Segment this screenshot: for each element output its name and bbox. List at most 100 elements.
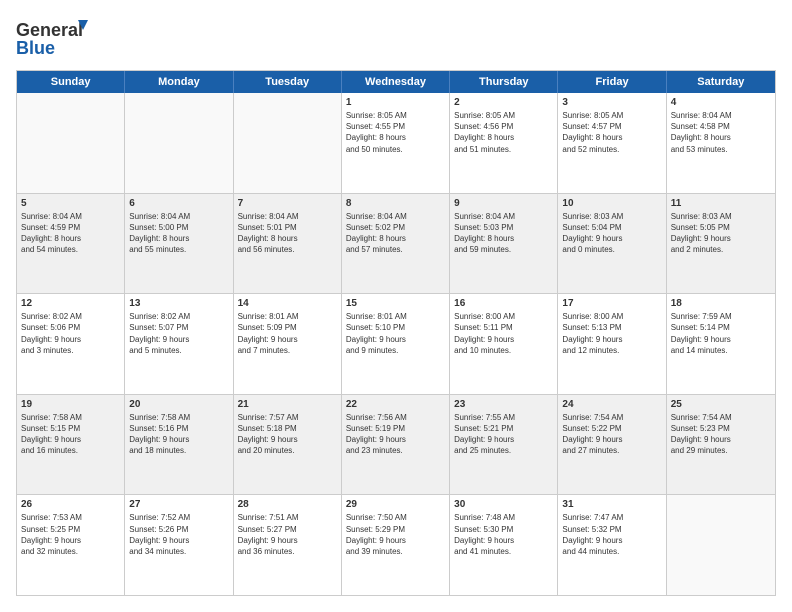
- day-info: Sunrise: 7:57 AM Sunset: 5:18 PM Dayligh…: [238, 412, 337, 457]
- calendar-week-3: 12Sunrise: 8:02 AM Sunset: 5:06 PM Dayli…: [17, 294, 775, 395]
- calendar-cell: 31Sunrise: 7:47 AM Sunset: 5:32 PM Dayli…: [558, 495, 666, 595]
- day-info: Sunrise: 7:59 AM Sunset: 5:14 PM Dayligh…: [671, 311, 771, 356]
- day-info: Sunrise: 8:04 AM Sunset: 5:01 PM Dayligh…: [238, 211, 337, 256]
- header: GeneralBlue: [16, 16, 776, 60]
- header-day-monday: Monday: [125, 71, 233, 93]
- header-day-saturday: Saturday: [667, 71, 775, 93]
- calendar-body: 1Sunrise: 8:05 AM Sunset: 4:55 PM Daylig…: [17, 93, 775, 595]
- calendar-cell: 11Sunrise: 8:03 AM Sunset: 5:05 PM Dayli…: [667, 194, 775, 294]
- calendar-cell: 30Sunrise: 7:48 AM Sunset: 5:30 PM Dayli…: [450, 495, 558, 595]
- calendar-cell: 28Sunrise: 7:51 AM Sunset: 5:27 PM Dayli…: [234, 495, 342, 595]
- calendar-week-2: 5Sunrise: 8:04 AM Sunset: 4:59 PM Daylig…: [17, 194, 775, 295]
- calendar: SundayMondayTuesdayWednesdayThursdayFrid…: [16, 70, 776, 596]
- header-day-thursday: Thursday: [450, 71, 558, 93]
- calendar-week-5: 26Sunrise: 7:53 AM Sunset: 5:25 PM Dayli…: [17, 495, 775, 595]
- day-info: Sunrise: 8:04 AM Sunset: 4:58 PM Dayligh…: [671, 110, 771, 155]
- calendar-cell: 27Sunrise: 7:52 AM Sunset: 5:26 PM Dayli…: [125, 495, 233, 595]
- day-number: 30: [454, 498, 553, 511]
- day-info: Sunrise: 8:01 AM Sunset: 5:10 PM Dayligh…: [346, 311, 445, 356]
- day-number: 17: [562, 297, 661, 310]
- day-info: Sunrise: 8:03 AM Sunset: 5:05 PM Dayligh…: [671, 211, 771, 256]
- calendar-cell: 8Sunrise: 8:04 AM Sunset: 5:02 PM Daylig…: [342, 194, 450, 294]
- day-number: 15: [346, 297, 445, 310]
- day-info: Sunrise: 7:56 AM Sunset: 5:19 PM Dayligh…: [346, 412, 445, 457]
- day-info: Sunrise: 7:55 AM Sunset: 5:21 PM Dayligh…: [454, 412, 553, 457]
- day-info: Sunrise: 8:05 AM Sunset: 4:55 PM Dayligh…: [346, 110, 445, 155]
- header-day-sunday: Sunday: [17, 71, 125, 93]
- header-day-tuesday: Tuesday: [234, 71, 342, 93]
- day-info: Sunrise: 8:03 AM Sunset: 5:04 PM Dayligh…: [562, 211, 661, 256]
- day-info: Sunrise: 8:00 AM Sunset: 5:11 PM Dayligh…: [454, 311, 553, 356]
- day-number: 25: [671, 398, 771, 411]
- calendar-header: SundayMondayTuesdayWednesdayThursdayFrid…: [17, 71, 775, 93]
- day-info: Sunrise: 7:58 AM Sunset: 5:16 PM Dayligh…: [129, 412, 228, 457]
- calendar-cell: [125, 93, 233, 193]
- day-info: Sunrise: 8:02 AM Sunset: 5:07 PM Dayligh…: [129, 311, 228, 356]
- calendar-cell: 7Sunrise: 8:04 AM Sunset: 5:01 PM Daylig…: [234, 194, 342, 294]
- calendar-cell: 17Sunrise: 8:00 AM Sunset: 5:13 PM Dayli…: [558, 294, 666, 394]
- day-number: 24: [562, 398, 661, 411]
- day-number: 18: [671, 297, 771, 310]
- calendar-cell: 29Sunrise: 7:50 AM Sunset: 5:29 PM Dayli…: [342, 495, 450, 595]
- day-number: 23: [454, 398, 553, 411]
- calendar-cell: [17, 93, 125, 193]
- calendar-cell: 24Sunrise: 7:54 AM Sunset: 5:22 PM Dayli…: [558, 395, 666, 495]
- day-number: 11: [671, 197, 771, 210]
- calendar-week-1: 1Sunrise: 8:05 AM Sunset: 4:55 PM Daylig…: [17, 93, 775, 194]
- calendar-cell: 18Sunrise: 7:59 AM Sunset: 5:14 PM Dayli…: [667, 294, 775, 394]
- day-info: Sunrise: 7:54 AM Sunset: 5:22 PM Dayligh…: [562, 412, 661, 457]
- day-number: 4: [671, 96, 771, 109]
- svg-text:Blue: Blue: [16, 38, 55, 58]
- calendar-cell: 19Sunrise: 7:58 AM Sunset: 5:15 PM Dayli…: [17, 395, 125, 495]
- day-number: 9: [454, 197, 553, 210]
- day-info: Sunrise: 8:02 AM Sunset: 5:06 PM Dayligh…: [21, 311, 120, 356]
- day-info: Sunrise: 7:50 AM Sunset: 5:29 PM Dayligh…: [346, 512, 445, 557]
- calendar-cell: 15Sunrise: 8:01 AM Sunset: 5:10 PM Dayli…: [342, 294, 450, 394]
- calendar-cell: 1Sunrise: 8:05 AM Sunset: 4:55 PM Daylig…: [342, 93, 450, 193]
- day-number: 12: [21, 297, 120, 310]
- day-number: 5: [21, 197, 120, 210]
- day-number: 1: [346, 96, 445, 109]
- day-number: 13: [129, 297, 228, 310]
- day-number: 3: [562, 96, 661, 109]
- day-number: 22: [346, 398, 445, 411]
- day-info: Sunrise: 8:01 AM Sunset: 5:09 PM Dayligh…: [238, 311, 337, 356]
- calendar-cell: 16Sunrise: 8:00 AM Sunset: 5:11 PM Dayli…: [450, 294, 558, 394]
- logo-svg: GeneralBlue: [16, 16, 96, 60]
- calendar-cell: 22Sunrise: 7:56 AM Sunset: 5:19 PM Dayli…: [342, 395, 450, 495]
- day-number: 19: [21, 398, 120, 411]
- day-info: Sunrise: 8:05 AM Sunset: 4:57 PM Dayligh…: [562, 110, 661, 155]
- day-number: 27: [129, 498, 228, 511]
- day-info: Sunrise: 7:58 AM Sunset: 5:15 PM Dayligh…: [21, 412, 120, 457]
- day-number: 6: [129, 197, 228, 210]
- day-number: 16: [454, 297, 553, 310]
- logo: GeneralBlue: [16, 16, 96, 60]
- day-number: 20: [129, 398, 228, 411]
- calendar-cell: 12Sunrise: 8:02 AM Sunset: 5:06 PM Dayli…: [17, 294, 125, 394]
- calendar-cell: 20Sunrise: 7:58 AM Sunset: 5:16 PM Dayli…: [125, 395, 233, 495]
- day-info: Sunrise: 8:04 AM Sunset: 5:03 PM Dayligh…: [454, 211, 553, 256]
- calendar-cell: 9Sunrise: 8:04 AM Sunset: 5:03 PM Daylig…: [450, 194, 558, 294]
- day-number: 29: [346, 498, 445, 511]
- day-number: 26: [21, 498, 120, 511]
- calendar-week-4: 19Sunrise: 7:58 AM Sunset: 5:15 PM Dayli…: [17, 395, 775, 496]
- calendar-cell: 2Sunrise: 8:05 AM Sunset: 4:56 PM Daylig…: [450, 93, 558, 193]
- calendar-cell: 23Sunrise: 7:55 AM Sunset: 5:21 PM Dayli…: [450, 395, 558, 495]
- day-info: Sunrise: 8:04 AM Sunset: 5:00 PM Dayligh…: [129, 211, 228, 256]
- day-info: Sunrise: 8:00 AM Sunset: 5:13 PM Dayligh…: [562, 311, 661, 356]
- header-day-wednesday: Wednesday: [342, 71, 450, 93]
- day-info: Sunrise: 8:05 AM Sunset: 4:56 PM Dayligh…: [454, 110, 553, 155]
- day-info: Sunrise: 7:51 AM Sunset: 5:27 PM Dayligh…: [238, 512, 337, 557]
- calendar-cell: 14Sunrise: 8:01 AM Sunset: 5:09 PM Dayli…: [234, 294, 342, 394]
- calendar-cell: 5Sunrise: 8:04 AM Sunset: 4:59 PM Daylig…: [17, 194, 125, 294]
- day-info: Sunrise: 8:04 AM Sunset: 5:02 PM Dayligh…: [346, 211, 445, 256]
- day-info: Sunrise: 7:47 AM Sunset: 5:32 PM Dayligh…: [562, 512, 661, 557]
- calendar-cell: [234, 93, 342, 193]
- day-number: 14: [238, 297, 337, 310]
- calendar-cell: 21Sunrise: 7:57 AM Sunset: 5:18 PM Dayli…: [234, 395, 342, 495]
- calendar-cell: 25Sunrise: 7:54 AM Sunset: 5:23 PM Dayli…: [667, 395, 775, 495]
- svg-text:General: General: [16, 20, 83, 40]
- page: GeneralBlue SundayMondayTuesdayWednesday…: [0, 0, 792, 612]
- day-number: 21: [238, 398, 337, 411]
- day-number: 31: [562, 498, 661, 511]
